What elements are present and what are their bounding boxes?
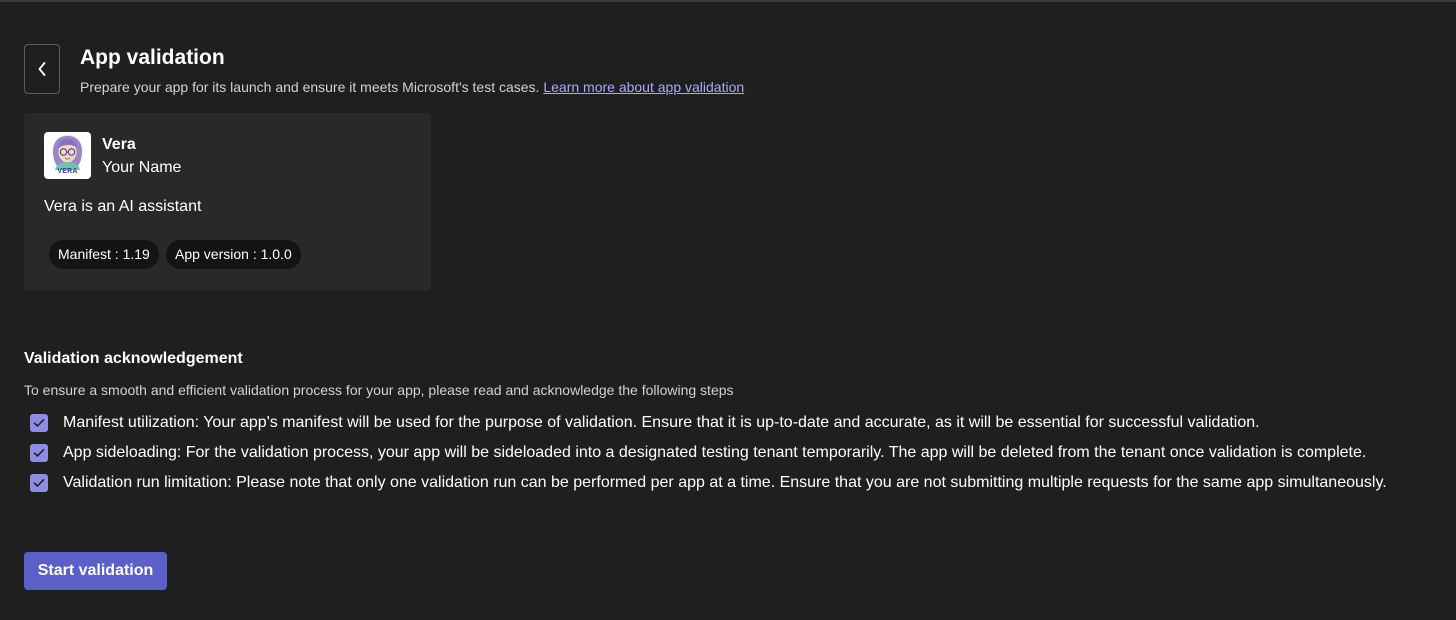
back-button[interactable] [24,44,60,94]
acknowledgement-text: Validation run limitation: Please note t… [63,474,1387,491]
checkbox-app-sideloading[interactable] [30,444,48,462]
start-validation-button[interactable]: Start validation [24,552,167,590]
page-subtitle-text: Prepare your app for its launch and ensu… [80,79,540,95]
learn-more-link[interactable]: Learn more about app validation [543,79,744,95]
chevron-left-icon [38,62,46,76]
checkmark-icon [33,479,45,487]
acknowledgement-item-sideloading[interactable]: App sideloading: For the validation proc… [30,443,1366,463]
checkmark-icon [33,419,45,427]
app-icon-label: VERA [57,168,78,175]
manifest-version-badge: Manifest : 1.19 [49,240,159,269]
checkbox-manifest-utilization[interactable] [30,414,48,432]
acknowledgement-item-manifest[interactable]: Manifest utilization: Your app's manifes… [30,413,1260,433]
section-description: To ensure a smooth and efficient validat… [24,382,734,398]
app-icon: VERA [44,132,91,179]
page-title: App validation [80,46,225,69]
section-title: Validation acknowledgement [24,350,243,367]
checkmark-icon [33,449,45,457]
acknowledgement-item-run-limitation[interactable]: Validation run limitation: Please note t… [30,473,1387,493]
app-description: Vera is an AI assistant [44,198,202,215]
page-subtitle: Prepare your app for its launch and ensu… [80,78,744,96]
checkbox-validation-run-limitation[interactable] [30,474,48,492]
app-developer: Your Name [102,159,182,176]
acknowledgement-text: App sideloading: For the validation proc… [63,444,1367,461]
app-version-badge: App version : 1.0.0 [166,240,301,269]
acknowledgement-text: Manifest utilization: Your app's manifes… [63,414,1260,431]
app-name: Vera [102,136,136,153]
window-top-border [0,0,1456,2]
app-card: VERA Vera Your Name Vera is an AI assist… [24,113,431,291]
